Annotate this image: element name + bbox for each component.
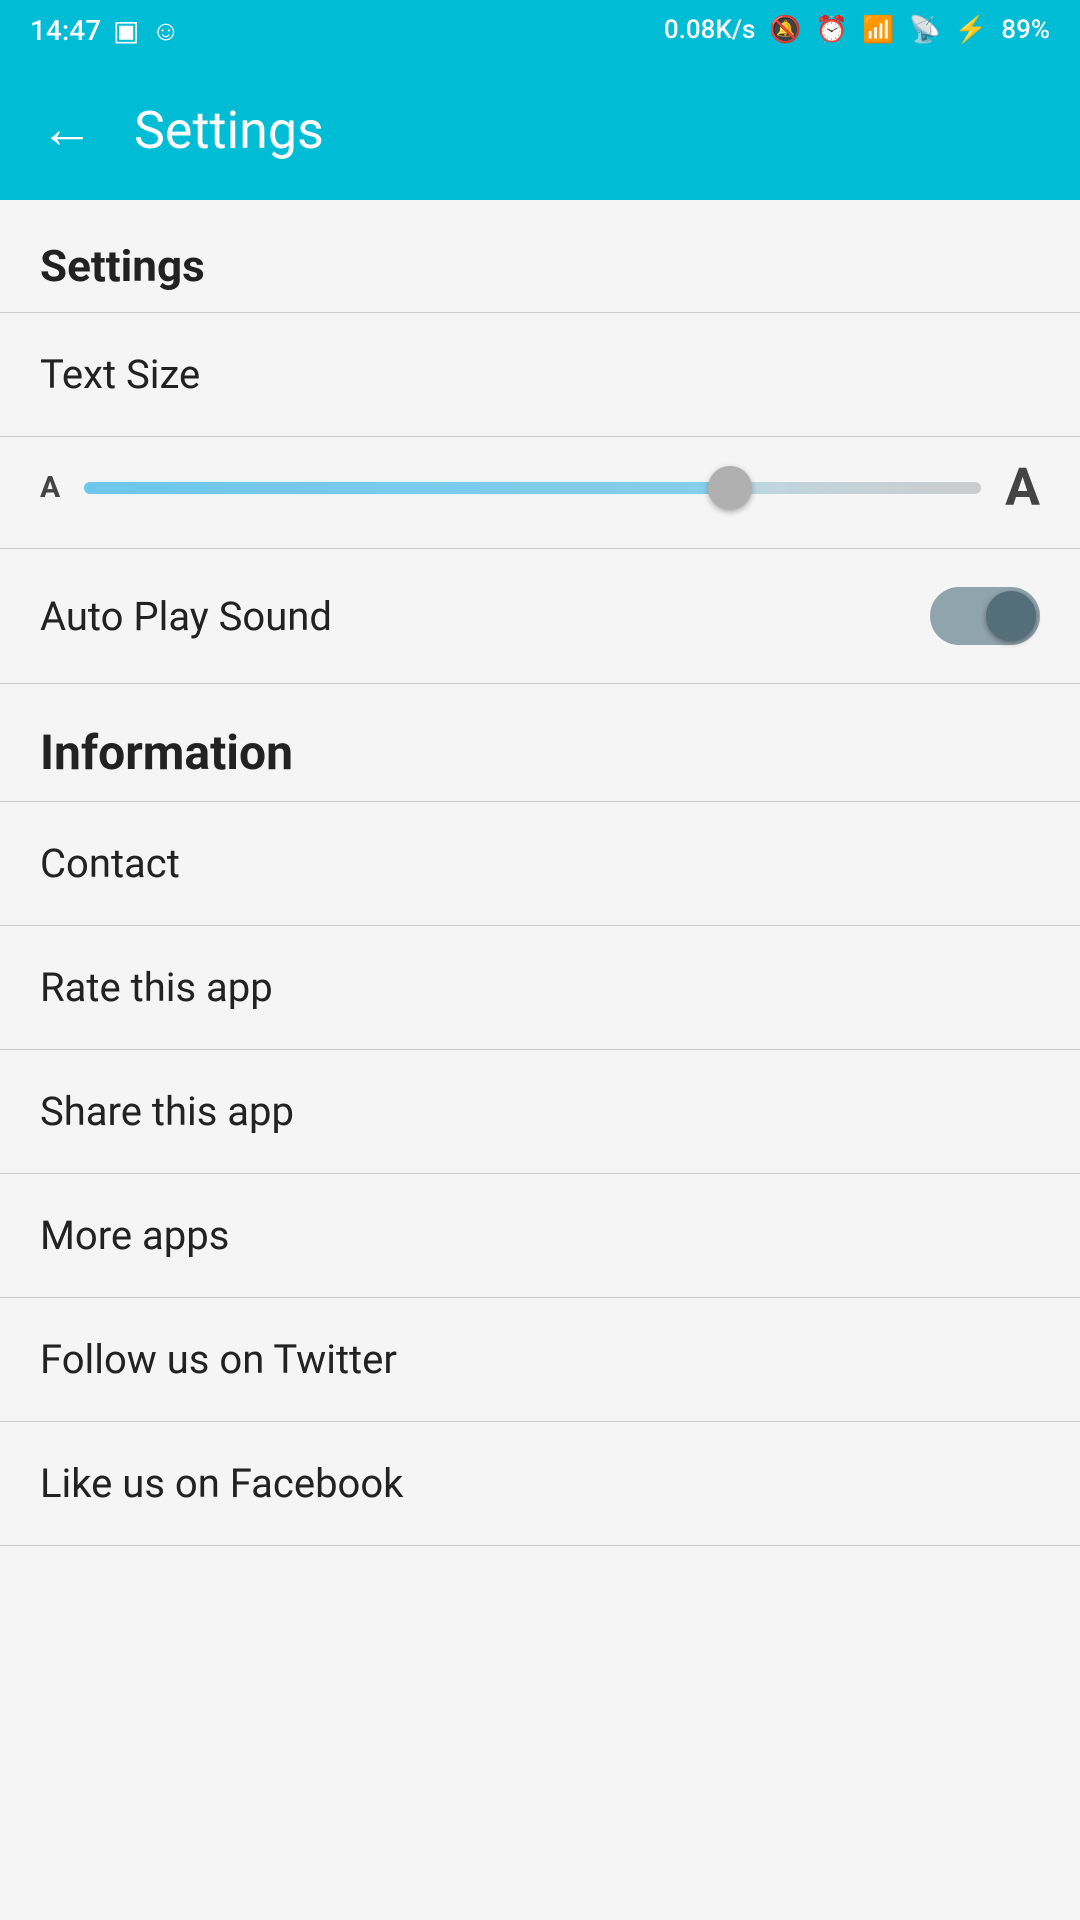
toggle-knob — [986, 591, 1036, 641]
charging-icon: ⚡ — [955, 15, 987, 45]
information-section-header: Information — [0, 684, 1080, 801]
signal-icon: 📡 — [909, 15, 941, 45]
text-size-small-a: A — [40, 470, 60, 505]
text-size-large-a: A — [1005, 457, 1040, 518]
settings-section-header: Settings — [0, 200, 1080, 312]
status-right: 0.08K/s 🔕 ⏰ 📶 📡 ⚡ 89% — [664, 15, 1050, 45]
slider-track[interactable] — [84, 482, 981, 494]
text-size-label: Text Size — [40, 351, 200, 398]
contact-label: Contact — [40, 840, 180, 887]
network-speed: 0.08K/s — [664, 15, 756, 45]
app-bar-title: Settings — [134, 100, 324, 161]
back-button[interactable]: ← — [40, 103, 94, 157]
status-icon-2: ☺ — [152, 14, 181, 47]
mute-icon: 🔕 — [769, 15, 801, 45]
wifi-icon: 📶 — [862, 15, 894, 45]
share-app-label: Share this app — [40, 1088, 294, 1135]
auto-play-sound-label: Auto Play Sound — [40, 593, 332, 640]
rate-app-item[interactable]: Rate this app — [0, 926, 1080, 1049]
auto-play-sound-item[interactable]: Auto Play Sound — [0, 549, 1080, 683]
facebook-item[interactable]: Like us on Facebook — [0, 1422, 1080, 1545]
twitter-item[interactable]: Follow us on Twitter — [0, 1298, 1080, 1421]
settings-content: Settings Text Size A A Auto Play Sound I… — [0, 200, 1080, 1546]
facebook-label: Like us on Facebook — [40, 1460, 403, 1507]
more-apps-item[interactable]: More apps — [0, 1174, 1080, 1297]
text-size-slider-container[interactable] — [84, 458, 981, 518]
contact-item[interactable]: Contact — [0, 802, 1080, 925]
alarm-icon: ⏰ — [816, 15, 848, 45]
more-apps-label: More apps — [40, 1212, 229, 1259]
status-icon-1: ▣ — [113, 14, 139, 47]
status-left: 14:47 ▣ ☺ — [30, 14, 180, 47]
battery-percent: 89% — [1001, 15, 1050, 45]
app-bar: ← Settings — [0, 60, 1080, 200]
rate-app-label: Rate this app — [40, 964, 273, 1011]
status-time: 14:47 — [30, 14, 101, 47]
slider-thumb[interactable] — [708, 466, 752, 510]
text-size-slider-row: A A — [0, 437, 1080, 548]
slider-filled — [84, 482, 730, 494]
status-bar: 14:47 ▣ ☺ 0.08K/s 🔕 ⏰ 📶 📡 ⚡ 89% — [0, 0, 1080, 60]
share-app-item[interactable]: Share this app — [0, 1050, 1080, 1173]
auto-play-sound-toggle[interactable] — [930, 587, 1040, 645]
twitter-label: Follow us on Twitter — [40, 1336, 397, 1383]
text-size-item[interactable]: Text Size — [0, 313, 1080, 436]
divider-facebook — [0, 1545, 1080, 1546]
